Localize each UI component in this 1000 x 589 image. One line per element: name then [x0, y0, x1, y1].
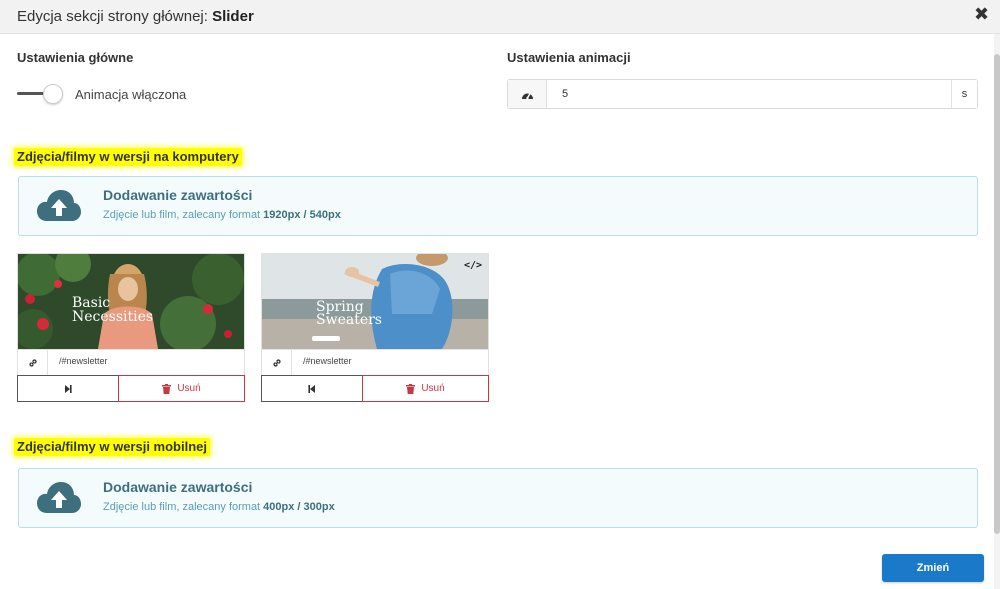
- slide-link-text[interactable]: /#newsletter: [303, 356, 352, 366]
- animation-duration-input[interactable]: [552, 83, 932, 105]
- animation-unit: s: [951, 80, 977, 108]
- slide-image-text-line2: Sweaters: [316, 312, 382, 328]
- slide-actions: Usuń: [261, 375, 489, 402]
- delete-slide-button[interactable]: Usuń: [362, 375, 489, 402]
- slide-actions: Usuń: [17, 375, 245, 402]
- move-slide-button[interactable]: [17, 375, 119, 402]
- mobile-upload-subtitle-text: Zdjęcie lub film, zalecany format: [103, 501, 264, 513]
- desktop-upload-title: Dodawanie zawartości: [103, 187, 253, 203]
- animation-settings-label: Ustawienia animacji: [507, 50, 631, 65]
- slide-card: Spring Sweaters </> /#newsletter Usuń: [261, 253, 489, 402]
- dialog-header: Edycja sekcji strony głównej: Slider ✖: [0, 0, 1000, 34]
- trash-icon: [162, 383, 172, 394]
- slide-card: Basic Necessities /#newsletter Usuń: [17, 253, 245, 402]
- delete-slide-label: Usuń: [177, 383, 201, 394]
- main-settings-label: Ustawienia główne: [17, 50, 134, 65]
- mobile-upload-subtitle: Zdjęcie lub film, zalecany format 400px …: [103, 501, 335, 513]
- cloud-upload-icon: [37, 482, 81, 513]
- slide-link-row: /#newsletter: [262, 349, 488, 375]
- mobile-heading: Zdjęcia/filmy w wersji mobilnej: [14, 438, 210, 456]
- dialog-title-strong: Slider: [212, 8, 254, 25]
- desktop-upload-subtitle-text: Zdjęcie lub film, zalecany format: [103, 209, 264, 221]
- desktop-upload-box[interactable]: Dodawanie zawartości Zdjęcie lub film, z…: [18, 176, 978, 236]
- animation-toggle-label: Animacja włączona: [75, 87, 187, 102]
- slide-image-text-line1: Basic: [72, 295, 111, 311]
- delete-slide-label: Usuń: [421, 383, 445, 394]
- dialog-title-prefix: Edycja sekcji strony głównej:: [17, 8, 213, 25]
- delete-slide-button[interactable]: Usuń: [118, 375, 245, 402]
- mobile-upload-box[interactable]: Dodawanie zawartości Zdjęcie lub film, z…: [18, 468, 978, 528]
- link-icon: [262, 350, 292, 375]
- slide-image-text-line2: Necessities: [72, 309, 154, 325]
- close-icon[interactable]: ✖: [974, 5, 990, 23]
- code-icon[interactable]: </>: [464, 260, 482, 271]
- toggle-knob[interactable]: [43, 84, 63, 104]
- submit-button[interactable]: Zmień: [882, 554, 984, 582]
- slide-link-text[interactable]: /#newsletter: [59, 356, 108, 366]
- animation-duration-field: s: [507, 79, 978, 109]
- desktop-heading: Zdjęcia/filmy w wersji na komputery: [14, 148, 242, 166]
- desktop-upload-format: 1920px / 540px: [263, 209, 341, 221]
- mobile-upload-format: 400px / 300px: [263, 501, 335, 513]
- mobile-upload-title: Dodawanie zawartości: [103, 479, 253, 495]
- trash-icon: [406, 383, 416, 394]
- dialog-title: Edycja sekcji strony głównej: Slider: [17, 8, 254, 25]
- move-slide-button[interactable]: [261, 375, 363, 402]
- cloud-upload-icon: [37, 190, 81, 221]
- speedometer-icon: [508, 80, 547, 108]
- slide-thumbnail[interactable]: Basic Necessities: [18, 254, 244, 349]
- scrollbar-thumb[interactable]: [994, 54, 1000, 534]
- slide-link-row: /#newsletter: [18, 349, 244, 375]
- scrollbar[interactable]: [994, 34, 1000, 589]
- link-icon: [18, 350, 48, 375]
- slide-thumbnail[interactable]: Spring Sweaters </>: [262, 254, 488, 349]
- skip-forward-icon: [65, 384, 72, 393]
- animation-toggle[interactable]: [17, 84, 63, 104]
- desktop-upload-subtitle: Zdjęcie lub film, zalecany format 1920px…: [103, 209, 341, 221]
- skip-back-icon: [308, 384, 315, 393]
